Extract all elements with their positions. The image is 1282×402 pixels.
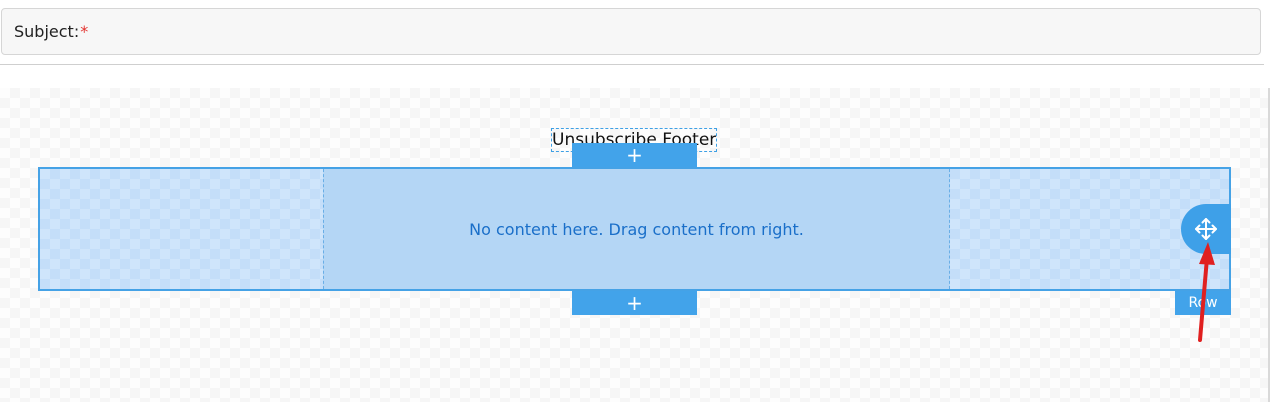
divider bbox=[0, 64, 1264, 65]
empty-column[interactable]: No content here. Drag content from right… bbox=[323, 169, 950, 289]
required-asterisk: * bbox=[80, 22, 89, 41]
row-block[interactable]: No content here. Drag content from right… bbox=[38, 167, 1231, 291]
plus-icon: + bbox=[626, 291, 643, 315]
subject-field[interactable]: Subject: * bbox=[1, 8, 1261, 55]
add-row-below-button[interactable]: + bbox=[572, 291, 697, 315]
empty-column-message: No content here. Drag content from right… bbox=[469, 219, 804, 239]
add-row-above-button[interactable]: + bbox=[572, 143, 697, 167]
canvas-scrollbar-edge[interactable] bbox=[1268, 88, 1270, 402]
subject-label: Subject: bbox=[14, 22, 80, 41]
red-arrow-annotation bbox=[1198, 242, 1215, 342]
plus-icon: + bbox=[626, 143, 643, 167]
